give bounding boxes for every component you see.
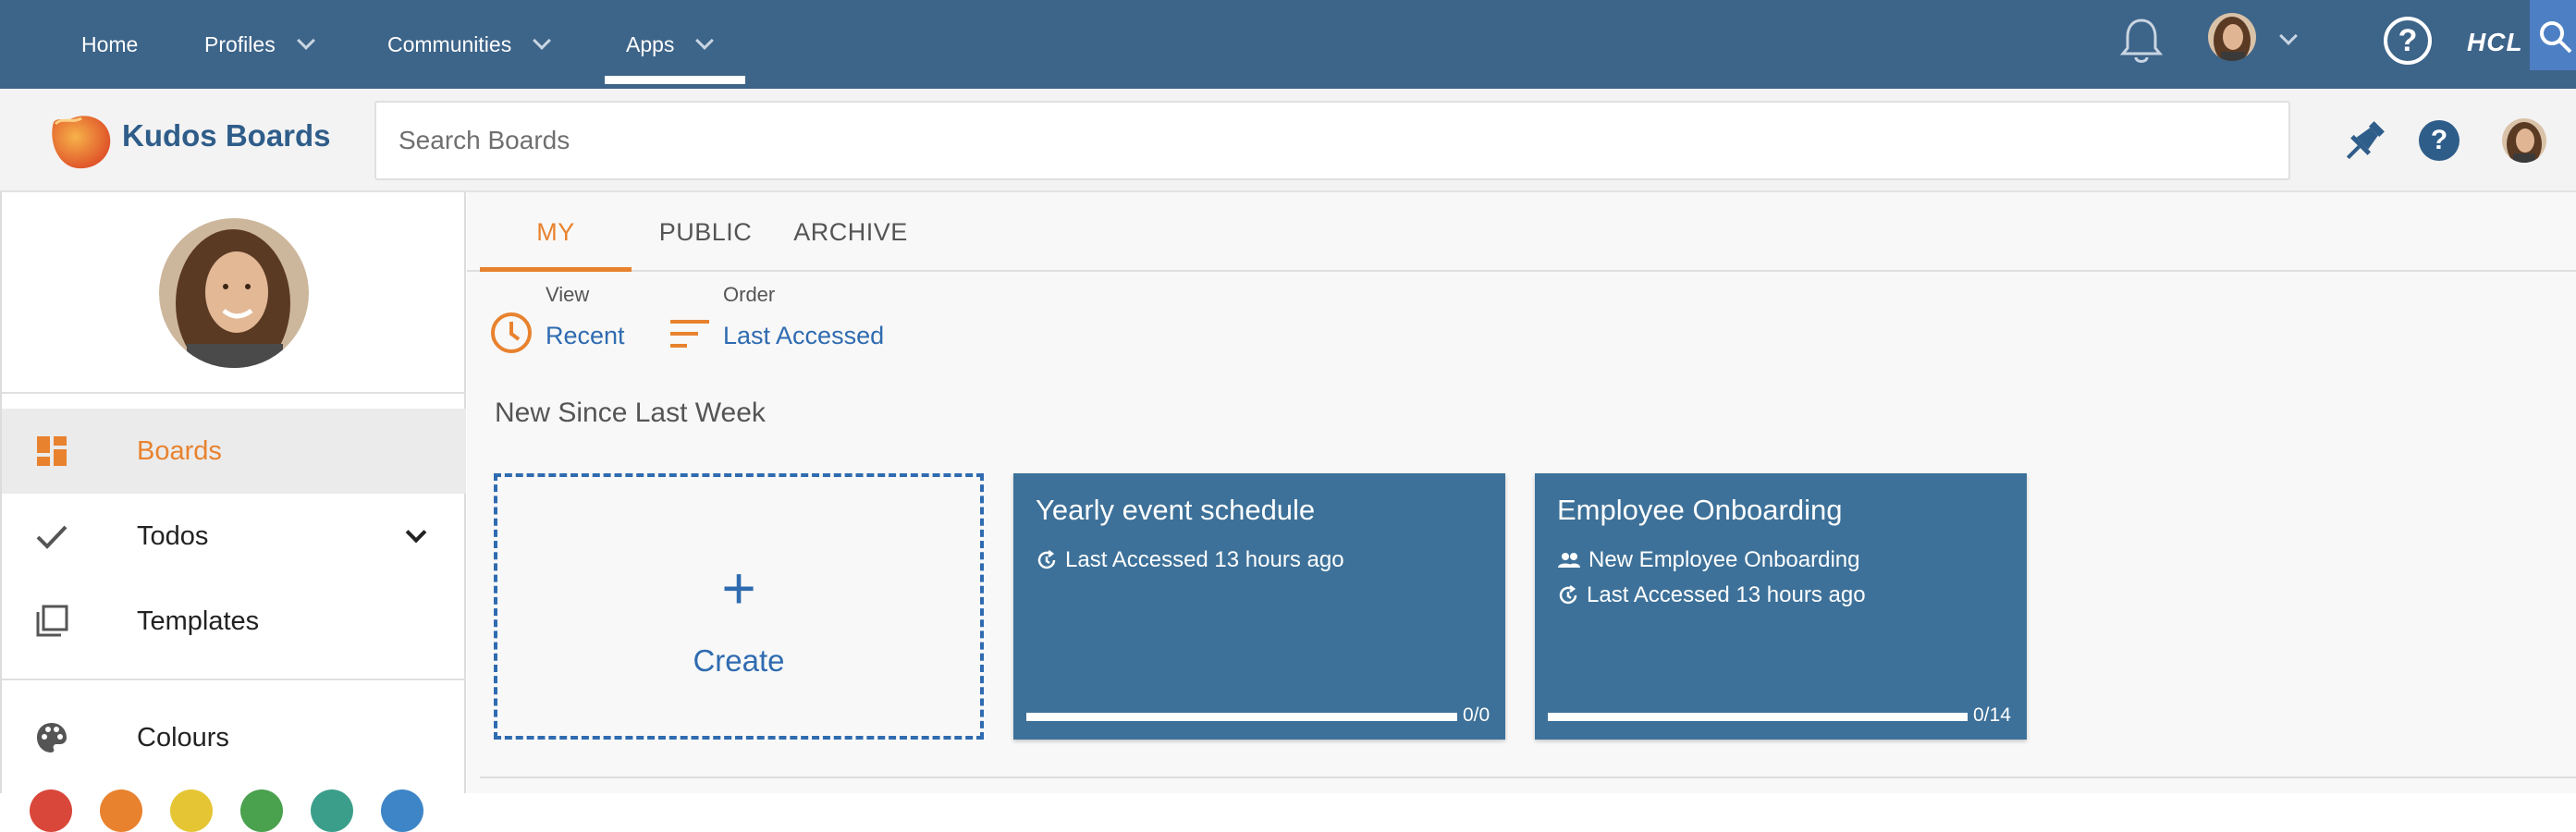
tab-public[interactable]: PUBLIC (639, 192, 772, 272)
chevron-down-icon (533, 31, 552, 50)
pin-icon[interactable] (2339, 116, 2389, 166)
sidebar: Boards Todos Templates Colours (0, 192, 466, 832)
tab-my[interactable]: MY (480, 192, 632, 272)
colour-swatch[interactable] (240, 789, 283, 832)
tab-label: ARCHIVE (793, 217, 908, 246)
create-label: Create (693, 643, 785, 678)
hcl-logo: HCL (2467, 28, 2523, 56)
section-title: New Since Last Week (495, 398, 766, 428)
sidebar-item-label: Todos (137, 520, 209, 551)
board-title: Yearly event schedule (1036, 494, 1316, 526)
last-accessed-text: Last Accessed 13 hours ago (1587, 582, 1866, 607)
main-content: MY PUBLIC ARCHIVE View Recent Order Last… (467, 192, 2576, 793)
create-board-button[interactable]: + Create (494, 473, 984, 740)
top-navigation-bar: Home Profiles Communities Apps ? HCL (0, 0, 2576, 89)
kudos-logo-icon (52, 116, 111, 169)
board-title: Employee Onboarding (1557, 494, 1843, 526)
help-icon[interactable]: ? (2384, 17, 2432, 65)
divider (2, 679, 466, 680)
chevron-down-icon[interactable] (405, 521, 427, 544)
task-count: 0/0 (1463, 704, 1490, 726)
chevron-down-icon (695, 31, 715, 50)
app-title: Kudos Boards (122, 118, 331, 153)
people-icon (1558, 553, 1580, 568)
view-label: View (546, 283, 590, 306)
sidebar-item-label: Boards (137, 435, 222, 466)
sidebar-item-todos[interactable]: Todos (2, 494, 466, 579)
chevron-down-icon (296, 31, 315, 50)
board-card[interactable]: Yearly event schedule Last Accessed 13 h… (1013, 473, 1505, 740)
nav-profiles-label: Profiles (204, 31, 276, 56)
user-avatar[interactable] (2502, 118, 2546, 163)
order-label: Order (723, 283, 776, 306)
sidebar-item-colours[interactable]: Colours (2, 695, 466, 780)
board-tabs: MY PUBLIC ARCHIVE (467, 192, 2576, 272)
active-tab-underline (480, 267, 632, 272)
sort-icon (670, 320, 709, 348)
nav-home-label: Home (81, 31, 139, 56)
notification-bell-icon[interactable] (2119, 17, 2164, 67)
last-accessed-text: Last Accessed 13 hours ago (1065, 547, 1344, 572)
nav-profiles[interactable]: Profiles (204, 0, 315, 89)
sidebar-item-label: Templates (137, 606, 260, 636)
tab-label: MY (536, 217, 575, 246)
history-icon (1037, 550, 1056, 569)
history-icon (1559, 585, 1577, 605)
user-avatar[interactable] (2208, 13, 2256, 61)
templates-icon (36, 605, 68, 637)
divider (2, 392, 466, 394)
nav-apps-label: Apps (626, 31, 675, 56)
search-boards-input[interactable] (374, 101, 2290, 180)
colour-swatch[interactable] (311, 789, 353, 832)
progress-bar (1026, 713, 1457, 721)
help-icon[interactable]: ? (2419, 120, 2459, 161)
board-description: New Employee Onboarding (1589, 547, 1860, 572)
members-line: New Employee Onboarding (1557, 547, 1860, 573)
sidebar-item-label: Colours (137, 722, 229, 752)
kudos-header: Kudos Boards ? (0, 89, 2576, 192)
nav-home[interactable]: Home (81, 0, 138, 89)
progress-bar (1548, 713, 1968, 721)
active-tab-underline (605, 76, 745, 84)
colour-swatch[interactable] (381, 789, 423, 832)
divider (480, 777, 2576, 778)
order-value: Last Accessed (723, 322, 885, 349)
sidebar-item-boards[interactable]: Boards (2, 409, 466, 494)
search-icon[interactable] (2530, 0, 2576, 70)
colour-swatch[interactable] (100, 789, 142, 832)
task-count: 0/14 (1973, 704, 2011, 726)
nav-communities[interactable]: Communities (387, 0, 552, 89)
chevron-down-icon[interactable] (2279, 27, 2298, 45)
colour-swatch[interactable] (30, 789, 72, 832)
dashboard-icon (37, 436, 67, 466)
last-accessed-line: Last Accessed 13 hours ago (1036, 547, 1344, 573)
tab-archive[interactable]: ARCHIVE (781, 192, 920, 272)
view-value: Recent (546, 322, 625, 349)
clock-icon (491, 312, 532, 353)
palette-icon (37, 723, 67, 752)
plus-icon: + (721, 555, 756, 621)
last-accessed-line: Last Accessed 13 hours ago (1557, 582, 1866, 608)
profile-avatar (159, 218, 309, 368)
tab-label: PUBLIC (658, 217, 753, 246)
nav-communities-label: Communities (387, 31, 512, 56)
board-card[interactable]: Employee Onboarding New Employee Onboard… (1535, 473, 2027, 740)
colour-swatch[interactable] (170, 789, 213, 832)
check-icon (36, 525, 67, 549)
sidebar-item-templates[interactable]: Templates (2, 579, 466, 664)
